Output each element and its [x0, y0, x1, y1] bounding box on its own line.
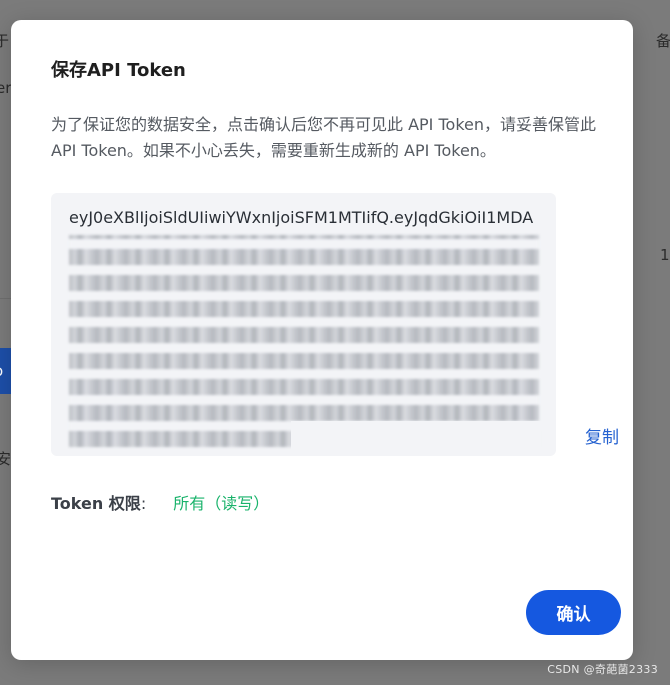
background-text-fragment: 于 — [0, 32, 10, 50]
save-token-dialog: 保存API Token 为了保证您的数据安全，点击确认后您不再可见此 API T… — [11, 20, 633, 660]
token-redacted-tail — [291, 421, 541, 451]
permission-colon: : — [140, 494, 147, 513]
dialog-description: 为了保证您的数据安全，点击确认后您不再可见此 API Token，请妥善保管此 … — [51, 115, 597, 160]
token-permission-row: Token 权限: 所有（读写） — [51, 490, 269, 514]
background-text-fragment: 1 — [660, 246, 670, 264]
background-text-fragment: 安 — [0, 450, 12, 468]
permission-label: Token 权限 — [51, 494, 141, 513]
background-button-label: o — [0, 362, 3, 380]
permission-value: 所有（读写） — [173, 494, 270, 513]
background-button: o — [0, 348, 11, 394]
watermark-text: CSDN @奇葩菌2333 — [547, 663, 658, 676]
background-text-fragment: 备 — [656, 32, 670, 50]
dialog-title: 保存API Token — [51, 60, 186, 81]
token-display-box: eyJ0eXBlIjoiSldUIiwiYWxnIjoiSFM1MTIifQ.e… — [51, 193, 556, 456]
confirm-button[interactable]: 确认 — [526, 590, 621, 635]
token-text[interactable]: eyJ0eXBlIjoiSldUIiwiYWxnIjoiSFM1MTIifQ.e… — [69, 207, 544, 229]
token-redacted-region — [69, 235, 539, 447]
background-divider — [0, 298, 11, 299]
copy-token-link[interactable]: 复制 — [585, 423, 619, 448]
background-text-fragment: er — [0, 79, 12, 97]
